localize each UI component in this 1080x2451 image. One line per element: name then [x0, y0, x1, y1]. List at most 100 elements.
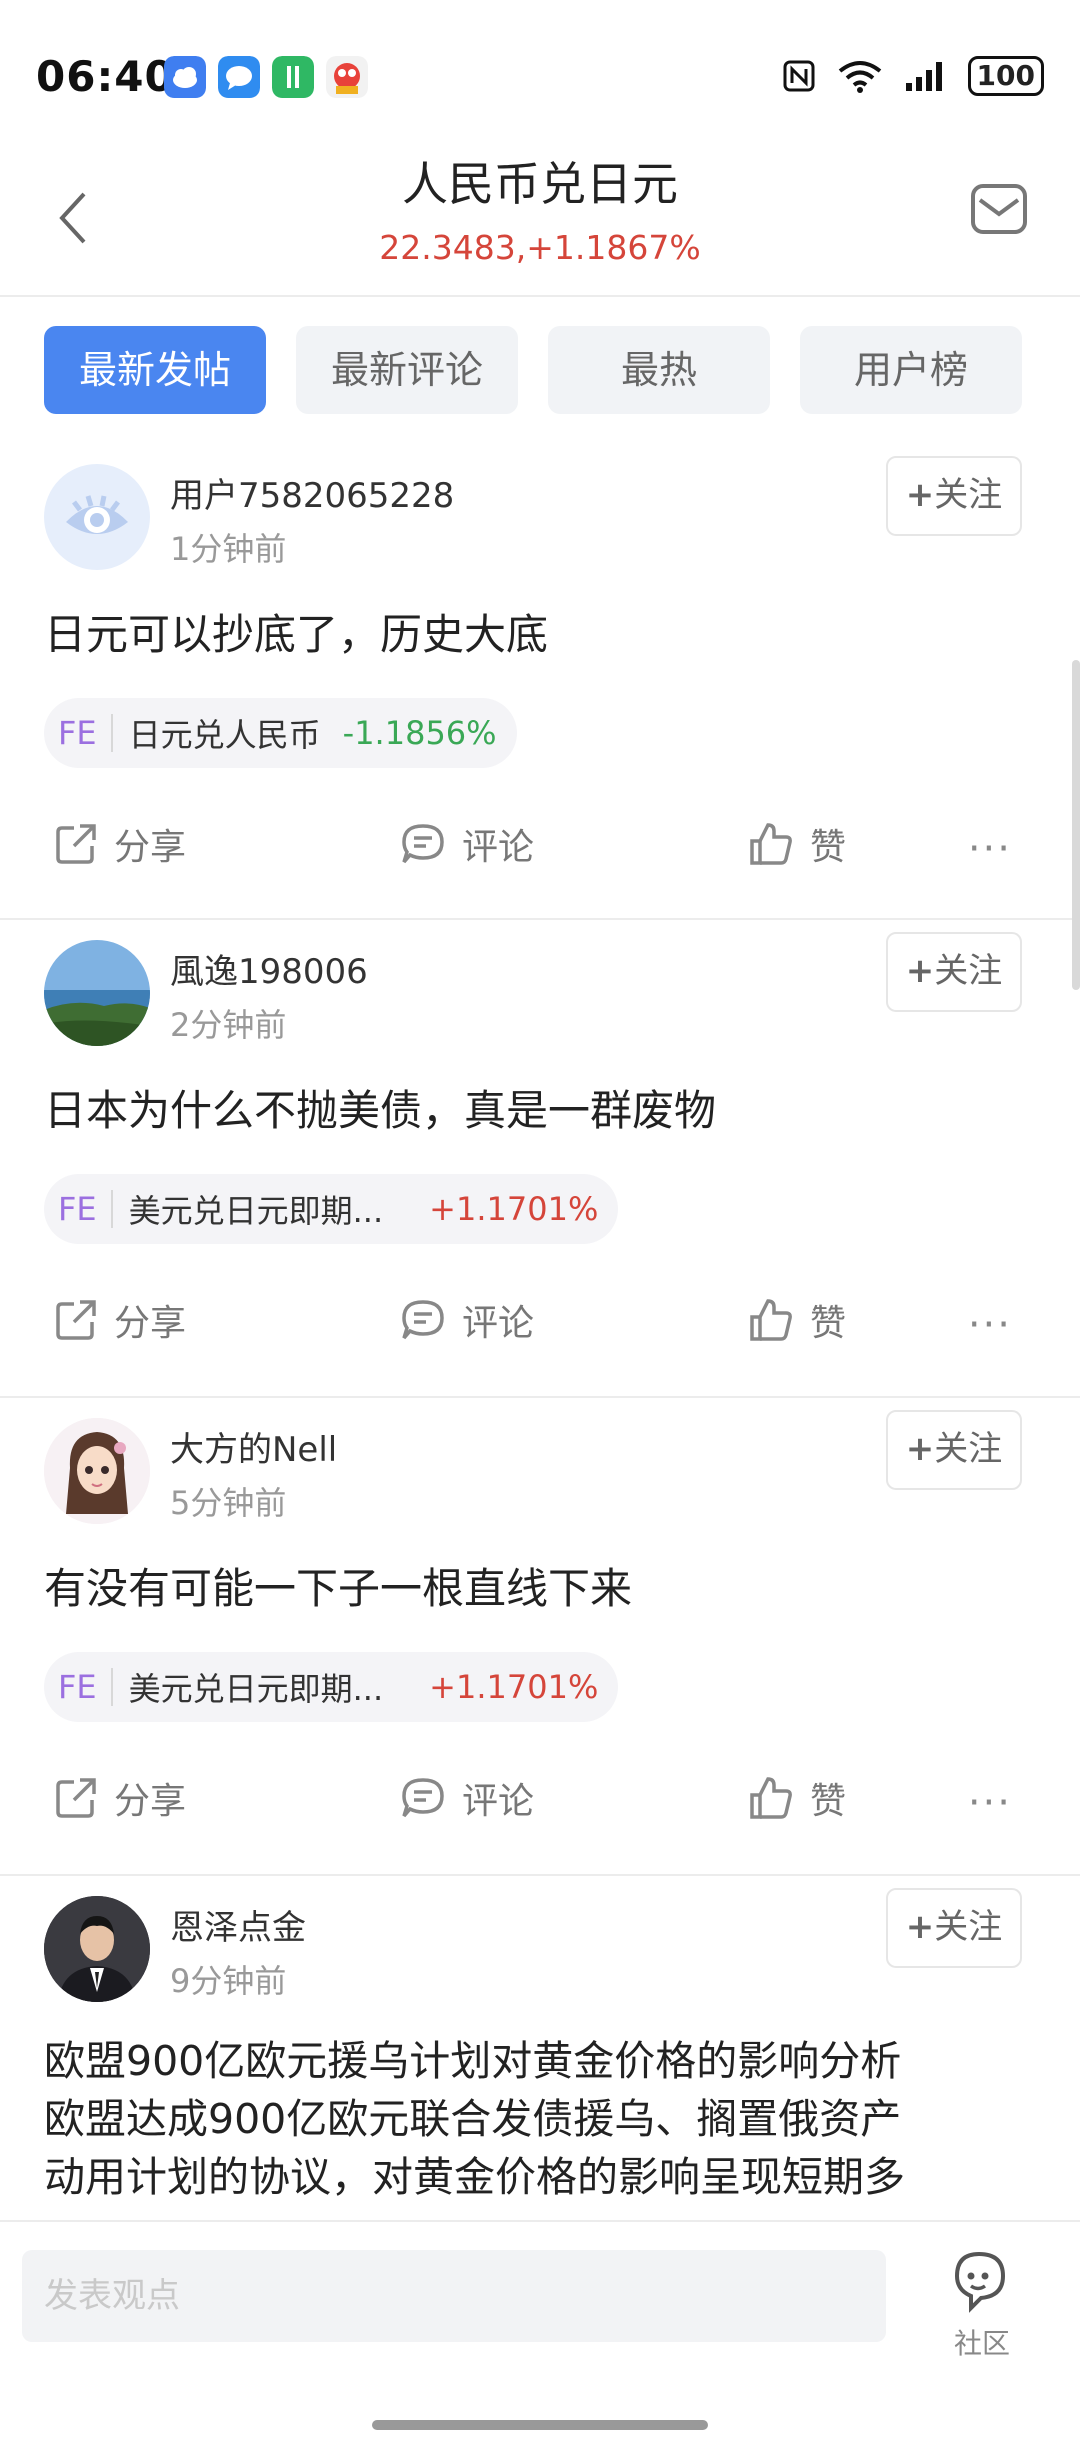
thumbs-up-icon	[750, 1777, 792, 1819]
chat-app-icon	[218, 56, 260, 98]
tab-user-ranking[interactable]: 用户榜	[800, 326, 1022, 414]
plus-icon: +	[905, 475, 935, 515]
community-chat-icon	[954, 2251, 1006, 2313]
clock: 06:40	[36, 52, 175, 101]
green-app-icon	[272, 56, 314, 98]
more-options-icon[interactable]: ···	[968, 1302, 1012, 1348]
game-app-icon	[326, 56, 368, 98]
share-label: 分享	[114, 1303, 187, 1344]
post-item: 用户7582065228 1分钟前 +关注 日元可以抄底了，历史大底 FE 日元…	[0, 456, 1080, 920]
instrument-tag[interactable]: FE 美元兑日元即期... +1.1701%	[44, 1174, 619, 1244]
plus-icon: +	[905, 951, 935, 991]
scroll-edge-handle[interactable]	[1072, 660, 1080, 990]
like-button[interactable]: 赞	[748, 1294, 846, 1346]
share-icon	[56, 1300, 96, 1340]
post-actions: 分享 评论 赞 ···	[0, 1772, 1080, 1852]
comment-button[interactable]: 评论	[400, 1772, 534, 1824]
system-icons: 100	[782, 56, 1044, 96]
status-bar: 06:40 100	[0, 0, 1080, 140]
avatar[interactable]	[44, 1418, 150, 1524]
post-time: 1分钟前	[170, 530, 287, 568]
home-indicator[interactable]	[372, 2420, 708, 2430]
more-options-icon[interactable]: ···	[968, 1780, 1012, 1826]
post-content[interactable]: 有没有可能一下子一根直线下来	[44, 1560, 1044, 1618]
tab-latest-posts[interactable]: 最新发帖	[44, 326, 266, 414]
battery-indicator: 100	[967, 56, 1044, 96]
tag-prefix: FE	[58, 1668, 113, 1706]
page-header: 人民币兑日元 22.3483,+1.1867%	[0, 140, 1080, 297]
instrument-tag[interactable]: FE 日元兑人民币 -1.1856%	[44, 698, 517, 768]
follow-button[interactable]: +关注	[886, 1888, 1022, 1968]
post-item: 風逸198006 2分钟前 +关注 日本为什么不抛美债，真是一群废物 FE 美元…	[0, 932, 1080, 1398]
tag-prefix: FE	[58, 714, 113, 752]
post-actions: 分享 评论 赞 ···	[0, 1294, 1080, 1374]
avatar[interactable]	[44, 1896, 150, 2002]
tag-change: +1.1701%	[429, 1668, 599, 1706]
post-time: 9分钟前	[170, 1962, 287, 2000]
comment-button[interactable]: 评论	[400, 1294, 534, 1346]
tag-name: 美元兑日元即期...	[128, 1670, 384, 1708]
like-label: 赞	[810, 1303, 847, 1344]
opinion-input[interactable]: 发表观点	[22, 2250, 886, 2342]
follow-label: 关注	[934, 475, 1003, 515]
share-icon	[56, 824, 96, 864]
username[interactable]: 風逸198006	[170, 944, 368, 993]
doll-avatar-icon	[44, 1418, 150, 1524]
post-actions: 分享 评论 赞 ···	[0, 818, 1080, 898]
landscape-avatar-icon	[44, 940, 150, 1046]
notification-icons	[164, 56, 368, 98]
share-button[interactable]: 分享	[54, 1294, 186, 1346]
post-item: 大方的Nell 5分钟前 +关注 有没有可能一下子一根直线下来 FE 美元兑日元…	[0, 1410, 1080, 1876]
tab-hottest[interactable]: 最热	[548, 326, 770, 414]
tab-latest-comments[interactable]: 最新评论	[296, 326, 518, 414]
like-button[interactable]: 赞	[748, 818, 846, 870]
follow-button[interactable]: +关注	[886, 1410, 1022, 1490]
price-quote: 22.3483,+1.1867%	[379, 228, 701, 267]
wifi-icon	[838, 61, 881, 93]
avatar[interactable]	[44, 940, 150, 1046]
like-button[interactable]: 赞	[748, 1772, 846, 1824]
comment-label: 评论	[462, 827, 535, 868]
username[interactable]: 恩泽点金	[170, 1900, 306, 1949]
comment-button[interactable]: 评论	[400, 818, 534, 870]
share-button[interactable]: 分享	[54, 818, 186, 870]
post-content-line: 欧盟达成900亿欧元联合发债援乌、搁置俄资产	[44, 2095, 902, 2143]
tag-change: -1.1856%	[342, 714, 497, 752]
filter-tabs: 最新发帖 最新评论 最热 用户榜	[44, 326, 1022, 414]
nfc-icon	[783, 60, 815, 92]
tag-prefix: FE	[58, 1190, 113, 1228]
username[interactable]: 大方的Nell	[170, 1422, 337, 1471]
plus-icon: +	[905, 1429, 935, 1469]
person-avatar-icon	[44, 1896, 150, 2002]
thumbs-up-icon	[750, 1299, 792, 1341]
more-options-icon[interactable]: ···	[968, 826, 1012, 872]
share-label: 分享	[114, 827, 187, 868]
post-content-line: 欧盟900亿欧元援乌计划对黄金价格的影响分析	[44, 2037, 902, 2085]
like-label: 赞	[810, 1781, 847, 1822]
follow-label: 关注	[934, 1429, 1003, 1469]
post-content[interactable]: 日本为什么不抛美债，真是一群废物	[44, 1082, 1044, 1140]
like-label: 赞	[810, 827, 847, 868]
share-label: 分享	[114, 1781, 187, 1822]
comment-icon	[402, 1778, 444, 1818]
share-icon	[56, 1778, 96, 1818]
tag-change: +1.1701%	[429, 1190, 599, 1228]
avatar[interactable]	[44, 464, 150, 570]
follow-button[interactable]: +关注	[886, 456, 1022, 536]
share-button[interactable]: 分享	[54, 1772, 186, 1824]
tag-name: 日元兑人民币	[128, 716, 321, 754]
post-content[interactable]: 欧盟900亿欧元援乌计划对黄金价格的影响分析 欧盟达成900亿欧元联合发债援乌、…	[44, 2032, 1044, 2206]
follow-label: 关注	[934, 1907, 1003, 1947]
tag-name: 美元兑日元即期...	[128, 1192, 384, 1230]
post-item: 恩泽点金 9分钟前 +关注 欧盟900亿欧元援乌计划对黄金价格的影响分析 欧盟达…	[0, 1888, 1080, 2228]
bottom-bar: 发表观点 社区	[0, 2220, 1080, 2451]
plus-icon: +	[905, 1907, 935, 1947]
post-content-line: 动用计划的协议，对黄金价格的影响呈现短期多	[44, 2153, 905, 2201]
mail-icon[interactable]	[970, 182, 1028, 236]
post-content[interactable]: 日元可以抄底了，历史大底	[44, 606, 1044, 664]
page-title: 人民币兑日元	[402, 157, 678, 211]
username[interactable]: 用户7582065228	[170, 468, 454, 517]
follow-button[interactable]: +关注	[886, 932, 1022, 1012]
instrument-tag[interactable]: FE 美元兑日元即期... +1.1701%	[44, 1652, 619, 1722]
community-button[interactable]: 社区	[936, 2248, 1028, 2362]
